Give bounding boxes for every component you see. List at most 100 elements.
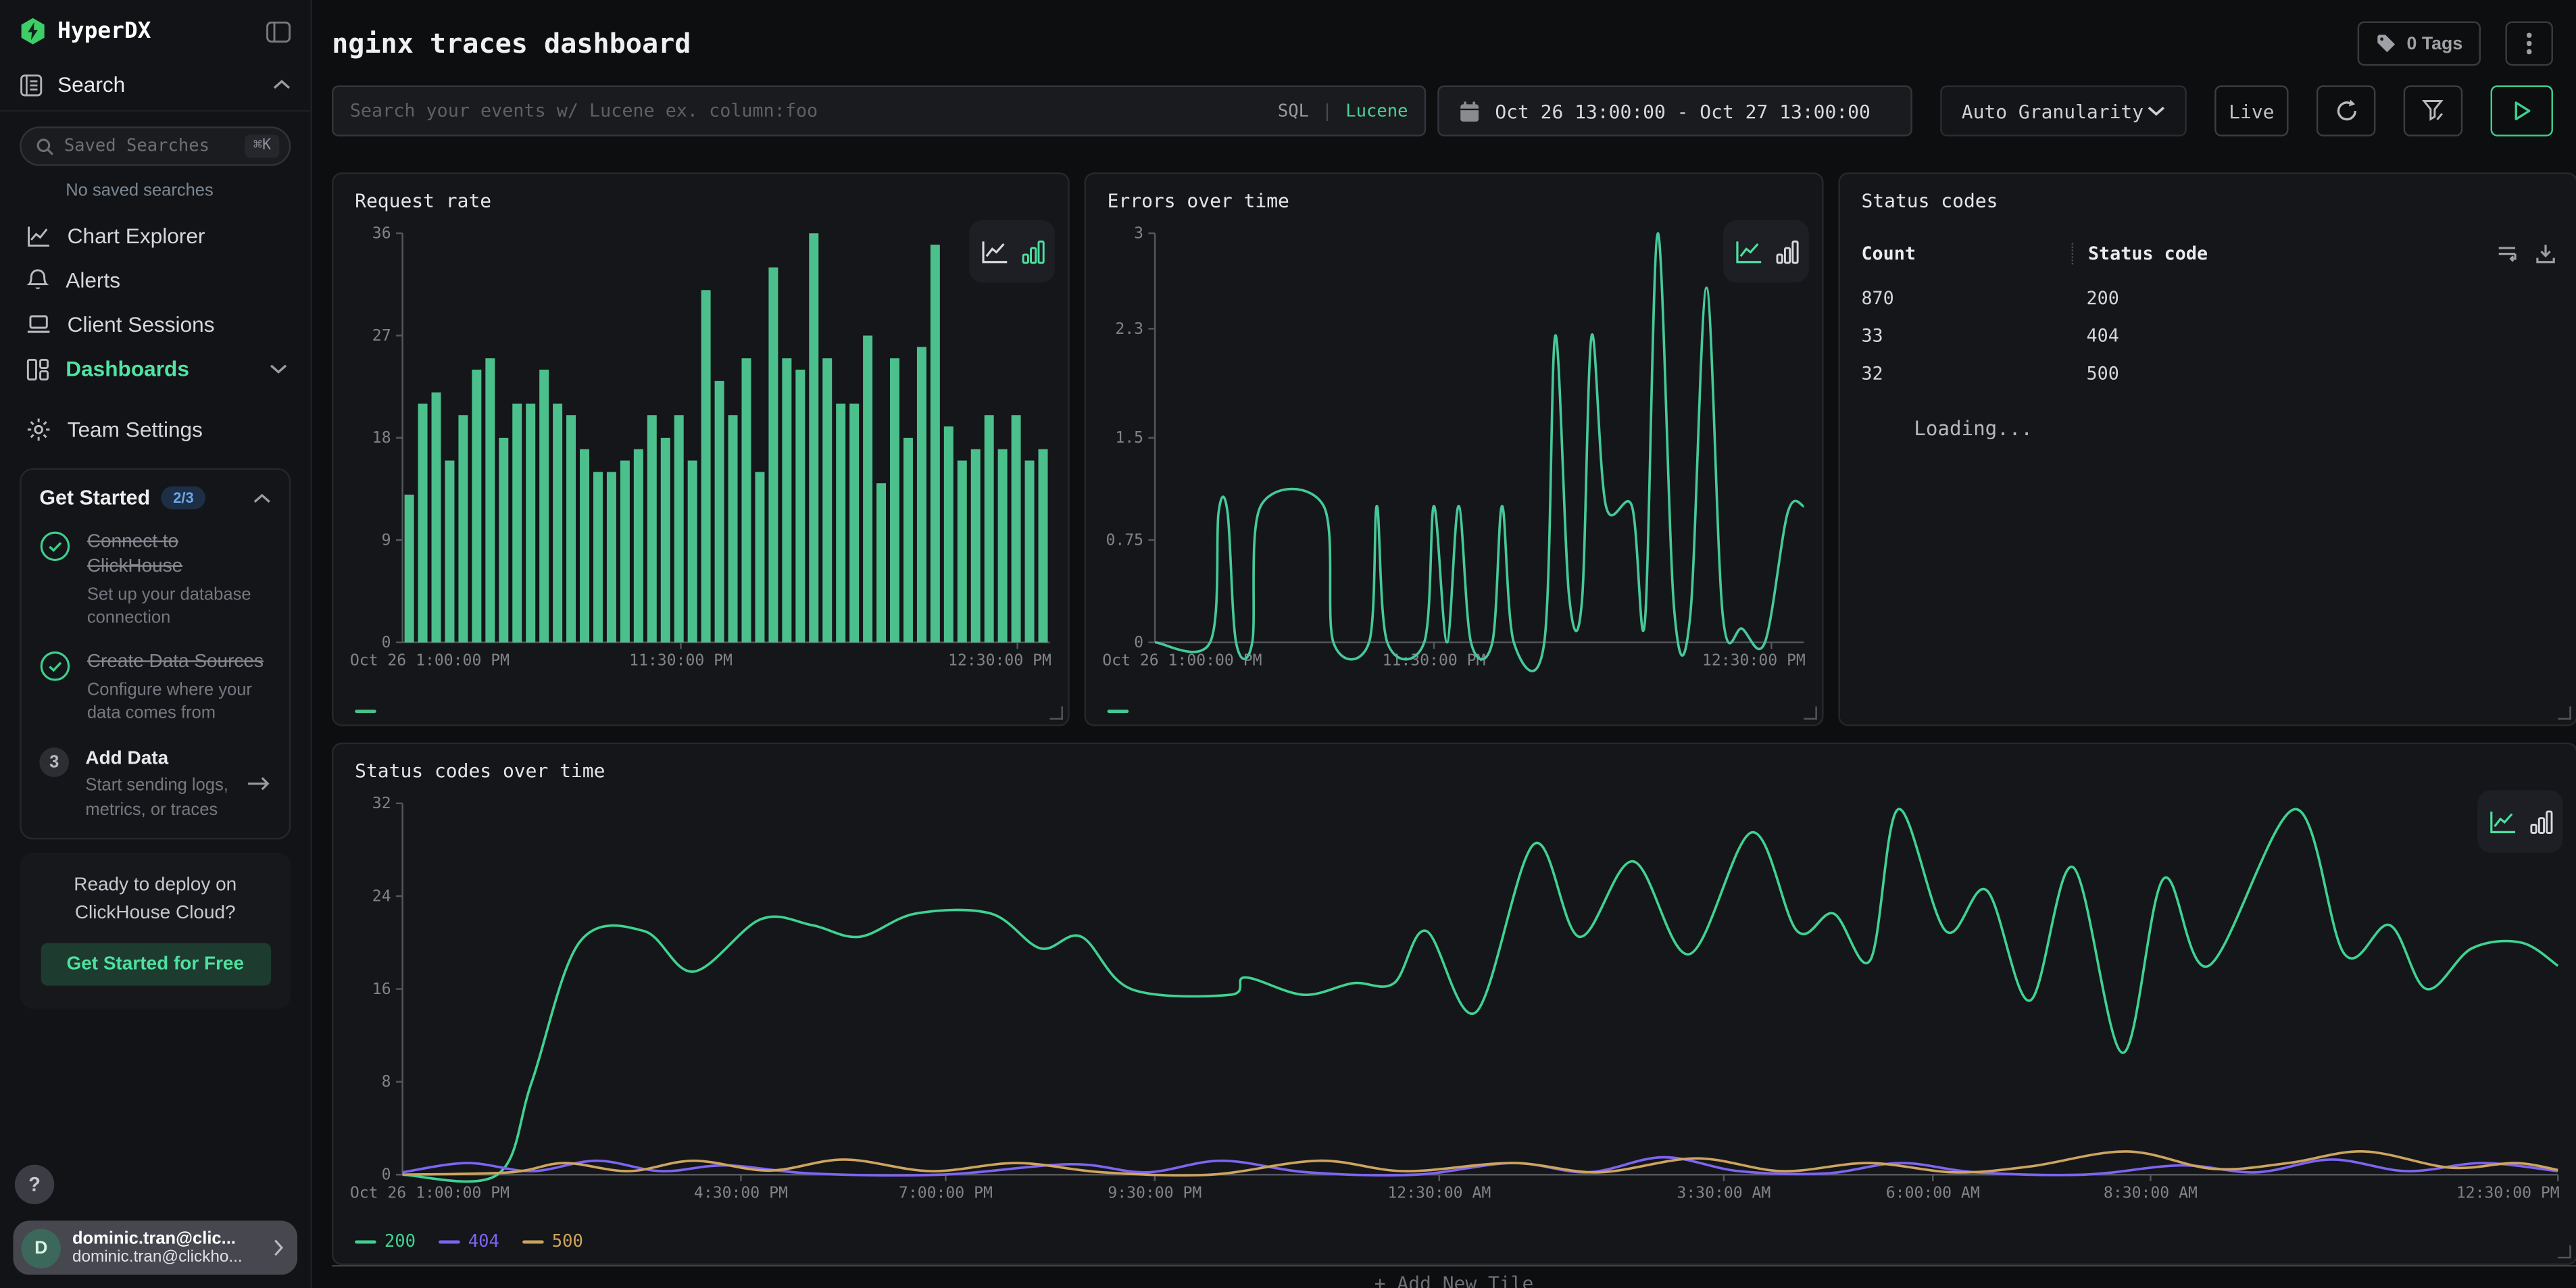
help-button[interactable]: ? [15,1165,54,1204]
chart-legend [355,710,376,713]
event-search-input[interactable]: Search your events w/ Lucene ex. column:… [332,85,1426,136]
sql-mode-toggle[interactable]: SQL [1278,101,1309,121]
status-codes-over-time-chart[interactable]: 08162432Oct 26 1:00:00 PM4:30:00 PM7:00:… [347,793,2563,1208]
filter-button[interactable] [2404,85,2463,136]
column-header-count[interactable]: Count [1861,243,2071,265]
step-title: Connect to ClickHouse [87,530,271,580]
calendar-icon [1459,99,1481,122]
magnifier-icon [36,137,54,155]
download-csv-icon[interactable] [2535,243,2556,265]
svg-text:32: 32 [372,795,391,812]
legend-dash [522,1240,544,1243]
saved-searches-input[interactable]: Saved Searches ⌘K [20,126,291,166]
nav-label: Dashboards [66,357,253,381]
svg-text:8: 8 [382,1073,391,1091]
svg-text:12:30:00 PM: 12:30:00 PM [1702,652,1806,670]
arrow-right-icon [247,776,271,792]
sidebar-item-alerts[interactable]: Alerts [0,258,310,303]
cloud-card-line2: ClickHouse Cloud? [36,900,274,928]
cell-count: 32 [1861,363,2071,385]
bar-chart-icon[interactable] [2529,809,2552,833]
panel-title: Status codes [1861,189,1998,212]
cell-count: 33 [1861,325,2071,347]
lucene-mode-toggle[interactable]: Lucene [1345,101,1408,121]
granularity-select[interactable]: Auto Granularity [1940,85,2187,136]
nav-label: Client Sessions [68,312,288,337]
date-range-picker[interactable]: Oct 26 13:00:00 - Oct 27 13:00:00 [1437,85,1912,136]
bell-icon [26,268,49,292]
chart-mode-toggle [2477,790,2562,852]
get-started-step-3[interactable]: 3 Add Data Start sending logs, metrics, … [39,747,271,821]
table-row[interactable]: 32500 [1861,355,2556,393]
errors-chart[interactable]: 00.751.52.33Oct 26 1:00:00 PM11:30:00 PM… [1099,224,1808,676]
chevron-up-icon[interactable] [273,79,291,91]
tags-button[interactable]: 0 Tags [2358,22,2481,66]
live-button[interactable]: Live [2214,85,2288,136]
legend-dash [439,1240,460,1243]
sidebar-item-search[interactable]: Search [0,59,310,112]
svg-text:8:30:00 AM: 8:30:00 AM [2104,1184,2198,1202]
svg-text:24: 24 [372,887,391,905]
svg-text:0.75: 0.75 [1106,532,1143,549]
sidebar-item-client-sessions[interactable]: Client Sessions [0,302,310,347]
svg-text:27: 27 [372,327,391,345]
refresh-button[interactable] [2317,85,2376,136]
tag-icon [2375,33,2397,55]
resize-handle[interactable] [2558,706,2571,719]
app-title: HyperDX [57,18,255,45]
sidebar-item-dashboards[interactable]: Dashboards [0,347,310,391]
svg-text:6:00:00 AM: 6:00:00 AM [1886,1184,1980,1202]
legend-item-404[interactable]: 404 [439,1232,499,1252]
progress-badge: 2/3 [162,487,205,510]
panel-request-rate: Request rate 09182736Oct 26 1:00:00 PM11… [332,172,1070,726]
resize-handle[interactable] [2558,1245,2571,1258]
bar-chart-icon[interactable] [1775,239,1798,264]
panel-status-codes: Status codes Count Status code 870200334… [1838,172,2576,726]
sidebar-item-chart-explorer[interactable]: Chart Explorer [0,214,310,258]
user-primary: dominic.tran@clic... [72,1229,262,1248]
legend-item[interactable] [1108,710,1129,713]
line-chart-icon[interactable] [980,239,1008,264]
column-settings-icon[interactable] [2497,243,2520,265]
add-new-tile-button[interactable]: + Add New Tile [332,1265,2576,1288]
svg-text:Oct 26 1:00:00 PM: Oct 26 1:00:00 PM [350,652,510,670]
legend-label: 500 [552,1232,583,1252]
cell-status-code: 500 [2072,363,2556,385]
line-chart-icon[interactable] [2488,809,2516,833]
bar-chart-icon[interactable] [1021,239,1044,264]
collapse-sidebar-icon[interactable] [266,20,291,42]
dashboard-menu-button[interactable] [2505,22,2553,66]
line-chart-icon[interactable] [1734,239,1762,264]
chart-explorer-icon [26,224,51,247]
svg-text:11:30:00 PM: 11:30:00 PM [629,652,733,670]
legend-item[interactable] [355,710,376,713]
table-row[interactable]: 33404 [1861,317,2556,355]
legend-item-200[interactable]: 200 [355,1232,416,1252]
request-rate-chart[interactable]: 09182736Oct 26 1:00:00 PM11:30:00 PM12:3… [347,224,1055,676]
svg-text:1.5: 1.5 [1115,429,1143,447]
legend-label: 200 [385,1232,416,1252]
chevron-up-icon[interactable] [253,492,271,503]
user-menu[interactable]: D dominic.tran@clic... dominic.tran@clic… [13,1220,297,1274]
svg-text:11:30:00 PM: 11:30:00 PM [1383,652,1486,670]
get-started-step-1[interactable]: Connect to ClickHouse Set up your databa… [39,530,271,629]
resize-handle[interactable] [1049,706,1062,719]
resize-handle[interactable] [1804,706,1816,719]
mode-divider: | [1322,101,1332,121]
get-started-free-button[interactable]: Get Started for Free [41,943,270,986]
sidebar-item-team-settings[interactable]: Team Settings [0,407,310,452]
tags-label: 0 Tags [2407,34,2463,53]
chevron-down-icon[interactable] [270,363,288,374]
run-query-button[interactable] [2491,85,2553,136]
column-header-status-code[interactable]: Status code [2072,243,2498,265]
get-started-step-2[interactable]: Create Data Sources Configure where your… [39,651,271,725]
chart-svg: 09182736Oct 26 1:00:00 PM11:30:00 PM12:3… [347,224,1055,676]
legend-item-500[interactable]: 500 [522,1232,583,1252]
table-row[interactable]: 870200 [1861,279,2556,317]
svg-text:12:30:00 PM: 12:30:00 PM [948,652,1051,670]
filter-edit-icon [2421,99,2445,123]
avatar: D [22,1228,61,1267]
search-placeholder: Search your events w/ Lucene ex. column:… [350,100,1265,122]
gear-icon [26,418,51,442]
panel-title: Request rate [355,189,491,212]
